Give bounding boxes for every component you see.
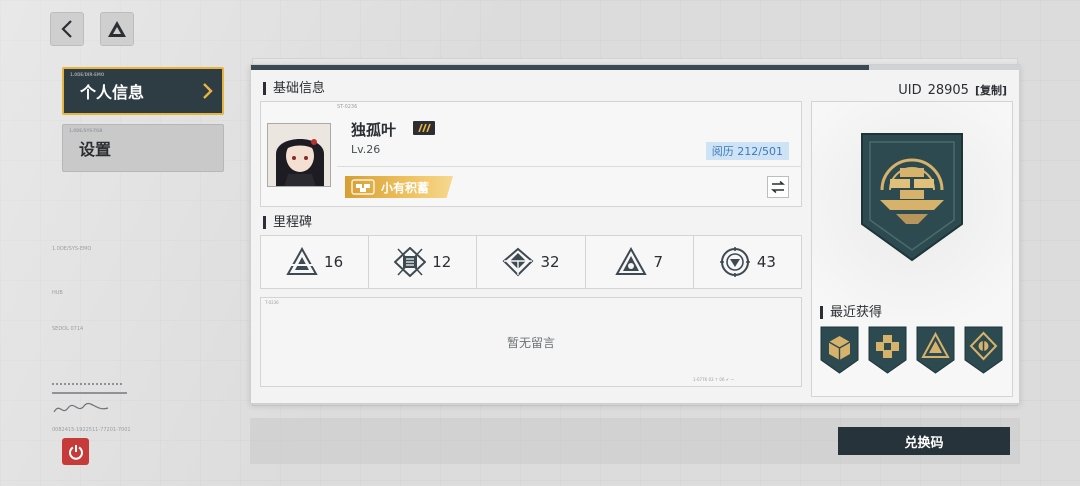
milestone-value: 7 — [653, 253, 663, 271]
milestone-value: 32 — [540, 253, 560, 271]
uid-value: 28905 — [927, 82, 969, 98]
milestone-pyramid-icon — [615, 247, 648, 275]
rank-badge — [413, 121, 435, 135]
signature-icon — [53, 402, 109, 413]
gold-cube-badge-icon[interactable] — [820, 326, 859, 374]
milestone-item[interactable]: 7 — [586, 236, 694, 288]
milestone-item[interactable]: 16 — [261, 236, 370, 288]
milestone-value: 12 — [432, 253, 452, 271]
logo-triangle-icon — [108, 21, 126, 37]
experience-tag: 阅历 212/501 — [705, 142, 789, 160]
gold-bars-shield-badge-icon[interactable] — [860, 132, 964, 262]
menu-item-code: 1.0DE/DIR-EMO — [70, 72, 105, 77]
gold-bars-icon — [351, 179, 375, 195]
player-name: 独孤叶 — [351, 121, 397, 139]
menu-item-code: 1.0DE/SYS-TGB — [69, 128, 103, 133]
chevron-left-icon — [61, 20, 72, 38]
section-title-milestones: 里程碑 — [263, 216, 312, 229]
milestone-triangle-icon — [286, 247, 318, 275]
milestone-item[interactable]: 32 — [477, 236, 586, 288]
section-title-basic-info: 基础信息 — [263, 82, 325, 95]
swap-icon — [771, 181, 785, 193]
milestone-item[interactable]: 12 — [369, 236, 478, 288]
recent-badges-title: 最近获得 — [820, 306, 882, 319]
swap-title-button[interactable] — [767, 176, 789, 198]
profile-box: ST-0236 独孤叶 Lv.26 阅历 212/501 小有积蓄 — [260, 101, 802, 207]
milestone-value: 43 — [756, 253, 776, 271]
deco-code: 0082415-1922511-77201-7001 — [52, 427, 131, 433]
menu-item-label: 设置 — [79, 140, 112, 159]
deco-code: SEDOL 0714 — [52, 326, 84, 332]
milestone-arrows-icon — [502, 247, 534, 277]
gold-pyramid-badge-icon[interactable] — [916, 326, 955, 374]
avatar-portrait-icon — [268, 124, 330, 186]
gold-cross-badge-icon[interactable] — [868, 326, 907, 374]
chevron-right-icon — [203, 83, 213, 99]
deco-code: HUB — [52, 290, 63, 296]
profile-card: 基础信息 UID 28905 [复制] ST-0236 独孤叶 Lv.26 阅历… — [250, 64, 1021, 404]
power-button[interactable] — [62, 438, 89, 465]
message-board[interactable]: T-0236 暂无留言 1-0776 03 ↑ 06 ✔ — — [260, 297, 802, 387]
copy-uid-button[interactable]: [复制] — [975, 82, 1007, 98]
home-button[interactable] — [100, 12, 134, 46]
box-code: ST-0236 — [337, 104, 358, 110]
card-progress-bar — [251, 65, 1021, 70]
title-badge-label: 小有积蓄 — [381, 180, 430, 195]
power-icon — [68, 444, 83, 460]
milestone-grid-icon — [394, 247, 427, 277]
menu-item-label: 个人信息 — [80, 83, 145, 102]
empty-message-text: 暂无留言 — [506, 336, 555, 350]
menu-item-personal-info[interactable]: 1.0DE/DIR-EMO 个人信息 — [62, 67, 224, 115]
deco-dots — [52, 383, 122, 385]
milestones-row: 16 12 32 7 43 — [260, 235, 802, 289]
uid-label: UID — [898, 82, 922, 98]
redeem-code-button[interactable]: 兑换码 — [838, 427, 1010, 455]
uid-row: UID 28905 [复制] — [898, 82, 1007, 98]
recent-badges-list — [820, 326, 1003, 374]
back-button[interactable] — [50, 12, 84, 46]
menu-item-settings[interactable]: 1.0DE/SYS-TGB 设置 — [62, 124, 224, 172]
badge-panel: 最近获得 — [811, 101, 1013, 397]
title-badge[interactable]: 小有积蓄 — [345, 176, 453, 198]
rank-stripes-icon — [418, 124, 431, 132]
milestone-target-icon — [719, 247, 750, 277]
deco-line — [52, 392, 127, 394]
avatar[interactable] — [267, 123, 331, 187]
divider — [337, 166, 802, 167]
message-board-code: T-0236 — [265, 300, 279, 305]
gold-diamond-badge-icon[interactable] — [964, 326, 1003, 374]
deco-code: 1.0DE/SYS-EMO — [52, 246, 92, 252]
message-board-footer: 1-0776 03 ↑ 06 ✔ — — [693, 377, 735, 382]
player-level: Lv.26 — [351, 143, 381, 156]
milestone-value: 16 — [324, 253, 344, 271]
milestone-item[interactable]: 43 — [694, 236, 801, 288]
